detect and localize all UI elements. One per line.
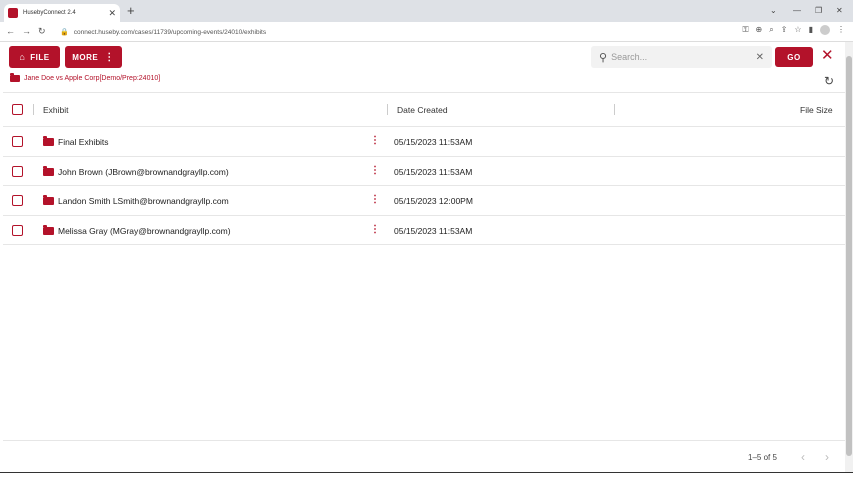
window-bottom-edge bbox=[0, 472, 853, 480]
browser-menu-icon[interactable]: ⋮ bbox=[837, 25, 845, 35]
date-created: 05/15/2023 11:53AM bbox=[394, 166, 473, 177]
window-close-icon[interactable]: ✕ bbox=[836, 6, 843, 15]
row-checkbox[interactable] bbox=[12, 165, 23, 177]
page-scrollbar[interactable] bbox=[845, 42, 853, 472]
date-created: 05/15/2023 11:53AM bbox=[394, 225, 473, 236]
new-tab-icon[interactable]: + bbox=[127, 4, 135, 17]
search-box[interactable]: ⚲ Search... ✕ bbox=[591, 46, 772, 68]
zoom-icon[interactable]: ⌕ bbox=[769, 25, 773, 35]
exhibit-name[interactable]: Landon Smith LSmith@brownandgrayllp.com bbox=[58, 196, 229, 206]
date-created: 05/15/2023 12:00PM bbox=[394, 196, 473, 206]
bookmark-star-icon[interactable]: ☆ bbox=[794, 25, 801, 35]
go-button-label: GO bbox=[787, 52, 801, 62]
install-icon[interactable]: ⊕ bbox=[756, 25, 763, 35]
tab-search-icon[interactable]: ⌄ bbox=[770, 6, 777, 15]
forward-icon[interactable]: → bbox=[22, 26, 31, 36]
file-button-label: FILE bbox=[30, 52, 50, 62]
folder-icon bbox=[43, 165, 54, 176]
column-divider bbox=[614, 104, 615, 115]
folder-icon bbox=[43, 195, 54, 205]
column-divider bbox=[33, 104, 34, 115]
folder-icon bbox=[43, 224, 54, 235]
restore-icon[interactable]: ❐ bbox=[815, 6, 822, 15]
row-checkbox[interactable] bbox=[12, 224, 23, 236]
exhibit-name[interactable]: John Brown (JBrown@brownandgrayllp.com) bbox=[58, 167, 229, 177]
key-icon[interactable]: ⚿ bbox=[742, 25, 748, 35]
table-row[interactable]: Melissa Gray (MGray@brownandgrayllp.com)… bbox=[3, 216, 845, 245]
next-page-icon[interactable]: › bbox=[825, 450, 829, 464]
refresh-icon[interactable]: ↻ bbox=[824, 74, 834, 88]
more-vert-icon: ⋮ bbox=[104, 51, 115, 63]
browser-tab-bar: HusebyConnect 2.4 ✕ + ⌄ — ❐ ✕ bbox=[0, 0, 853, 22]
row-menu-icon[interactable]: ⋮ bbox=[370, 164, 380, 178]
side-panel-icon[interactable]: ▮ bbox=[809, 25, 813, 35]
more-button-label: MORE bbox=[72, 52, 99, 62]
tab-title: HusebyConnect 2.4 bbox=[23, 10, 76, 16]
row-menu-icon[interactable]: ⋮ bbox=[370, 134, 380, 148]
breadcrumb[interactable]: Jane Doe vs Apple Corp[Demo/Prep:24010] bbox=[10, 73, 160, 82]
select-all-checkbox[interactable] bbox=[12, 104, 23, 115]
pagination-info: 1–5 of 5 bbox=[748, 453, 777, 462]
row-menu-icon[interactable]: ⋮ bbox=[370, 193, 380, 207]
table-footer: 1–5 of 5 ‹ › bbox=[3, 440, 845, 473]
row-menu-icon[interactable]: ⋮ bbox=[370, 223, 380, 237]
go-button[interactable]: GO bbox=[775, 47, 813, 67]
clear-search-icon[interactable]: ✕ bbox=[756, 52, 764, 63]
column-header-file-size[interactable]: File Size bbox=[800, 105, 833, 115]
exhibit-name[interactable]: Final Exhibits bbox=[58, 137, 109, 147]
column-header-date-created[interactable]: Date Created bbox=[397, 105, 448, 115]
row-checkbox[interactable] bbox=[12, 136, 23, 147]
browser-tab[interactable]: HusebyConnect 2.4 ✕ bbox=[4, 4, 120, 22]
browser-actions: ⚿ ⊕ ⌕ ⇪ ☆ ▮ ⋮ bbox=[742, 25, 845, 35]
share-icon[interactable]: ⇪ bbox=[781, 25, 788, 35]
search-icon: ⚲ bbox=[599, 51, 608, 64]
column-divider bbox=[387, 104, 388, 115]
minimize-icon[interactable]: — bbox=[793, 6, 801, 15]
url-text: connect.huseby.com/cases/11739/upcoming-… bbox=[73, 28, 267, 36]
exhibit-name[interactable]: Melissa Gray (MGray@brownandgrayllp.com) bbox=[58, 226, 231, 236]
date-created: 05/15/2023 11:53AM bbox=[394, 137, 473, 147]
browser-address-bar: ← → ↻ 🔒 connect.huseby.com/cases/11739/u… bbox=[0, 22, 853, 42]
previous-page-icon[interactable]: ‹ bbox=[801, 450, 805, 464]
reload-icon[interactable]: ↻ bbox=[38, 26, 46, 37]
file-button[interactable]: ⌂ FILE bbox=[9, 46, 60, 68]
folder-icon bbox=[43, 136, 54, 146]
profile-avatar[interactable] bbox=[820, 25, 830, 35]
more-button[interactable]: MORE ⋮ bbox=[65, 46, 122, 68]
table-row[interactable]: Final Exhibits ⋮ 05/15/2023 11:53AM bbox=[3, 127, 845, 157]
folder-icon bbox=[10, 73, 20, 82]
column-header-exhibit[interactable]: Exhibit bbox=[43, 105, 69, 115]
close-icon[interactable]: ✕ bbox=[821, 48, 834, 63]
table-row[interactable]: Landon Smith LSmith@brownandgrayllp.com … bbox=[3, 186, 845, 216]
back-icon[interactable]: ← bbox=[6, 26, 15, 36]
scrollbar-thumb[interactable] bbox=[846, 56, 852, 456]
breadcrumb-label[interactable]: Jane Doe vs Apple Corp[Demo/Prep:24010] bbox=[24, 75, 160, 82]
lock-icon: 🔒 bbox=[60, 29, 69, 36]
url-field[interactable]: 🔒 connect.huseby.com/cases/11739/upcomin… bbox=[60, 25, 710, 39]
home-icon: ⌂ bbox=[19, 52, 26, 62]
exhibits-table: Exhibit Date Created File Size Final Exh… bbox=[3, 92, 845, 472]
tab-close-icon[interactable]: ✕ bbox=[108, 8, 116, 19]
row-checkbox[interactable] bbox=[12, 195, 23, 206]
site-favicon-icon bbox=[8, 8, 18, 18]
table-header: Exhibit Date Created File Size bbox=[3, 93, 845, 127]
table-row[interactable]: John Brown (JBrown@brownandgrayllp.com) … bbox=[3, 157, 845, 186]
search-input[interactable]: Search... bbox=[611, 52, 756, 62]
